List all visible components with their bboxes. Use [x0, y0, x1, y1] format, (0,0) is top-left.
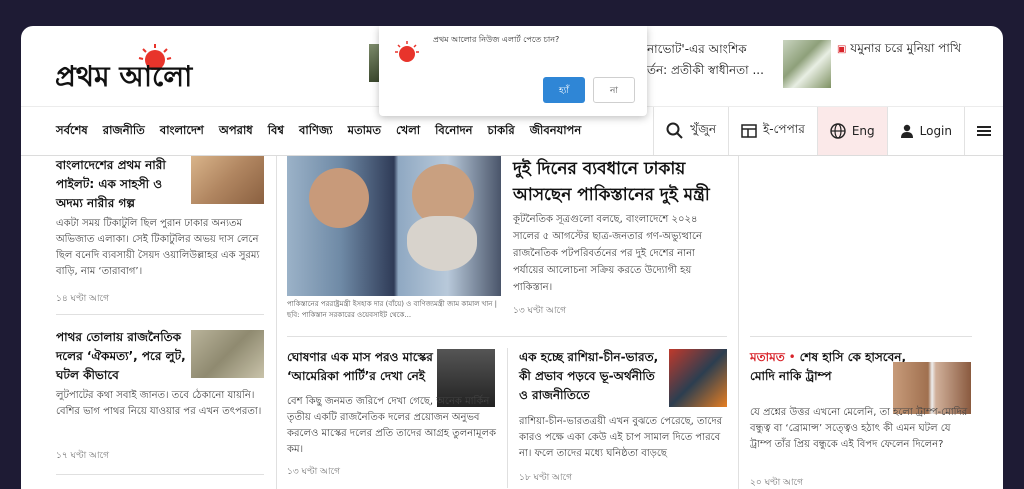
- column-divider: [738, 156, 739, 489]
- nav-item-latest[interactable]: সর্বশেষ: [56, 122, 88, 141]
- image-caption: পাকিস্তানের পররাষ্ট্রমন্ত্রী ইসহাক দার (…: [287, 300, 498, 319]
- story-card[interactable]: পাথর তোলায় রাজনৈতিক দলের ‘ঐকমত্য’, পরে …: [56, 328, 188, 385]
- trending-thumbnail-2[interactable]: [783, 40, 831, 88]
- trending-text-line1: নাভোট'-এর আংশিক: [647, 42, 747, 56]
- story-excerpt: রাশিয়া-চীন-ভারতত্রয়ী এখন বুঝতে পেরেছে,…: [519, 416, 723, 459]
- nav-item-business[interactable]: বাণিজ্য: [299, 122, 333, 141]
- story-title[interactable]: ঘোষণার এক মাস পরও মাস্কের ‘আমেরিকা পার্ট…: [287, 348, 437, 386]
- nav-item-opinion[interactable]: মতামত: [348, 122, 381, 141]
- story-time: ১৪ ঘণ্টা আগে: [56, 294, 110, 304]
- divider: [287, 336, 727, 337]
- story-thumbnail[interactable]: [669, 349, 727, 407]
- popup-message: প্রথম আলোর নিউজ এলার্ট পেতে চান?: [433, 35, 560, 44]
- story-title[interactable]: এক হচ্ছে রাশিয়া-চীন-ভারত, কী প্রভাব পড়…: [519, 348, 667, 405]
- tag-dot: •: [788, 350, 800, 364]
- divider: [56, 314, 264, 315]
- nav-tools: খুঁজুন ই-পেপার Eng Login: [653, 107, 1003, 155]
- globe-icon: [830, 123, 846, 139]
- top-bar: প্রথম আলো নাভোট'-এর আংশিক র্তন: প্রতীকী …: [21, 26, 1003, 116]
- allow-button[interactable]: হ্যাঁ: [543, 77, 585, 103]
- lead-excerpt: কূটনৈতিক সূত্রগুলো বলছে, বাংলাদেশে ২০২৪ …: [513, 214, 702, 293]
- content-area: বাংলাদেশের প্রথম নারী পাইলট: এক সাহসী ও …: [21, 156, 1003, 489]
- story-thumbnail[interactable]: [191, 156, 264, 204]
- trending-text: যমুনার চরে মুনিয়া পাখি: [850, 41, 962, 55]
- lead-image[interactable]: [287, 156, 501, 296]
- trending-item-2[interactable]: ▣ যমুনার চরে মুনিয়া পাখি: [837, 40, 997, 60]
- hamburger-menu-icon: [977, 126, 991, 136]
- story-thumbnail[interactable]: [191, 330, 264, 378]
- story-card[interactable]: মতামত • শেষ হাসি কে হাসবেন, মোদি নাকি ট্…: [750, 348, 910, 386]
- nav-item-politics[interactable]: রাজনীতি: [103, 122, 145, 141]
- story-excerpt: বেশ কিছু জনমত জরিপে দেখা গেছে, অনেক মার্…: [287, 396, 497, 455]
- story-time: ১৩ ঘণ্টা আগে: [287, 467, 341, 477]
- column-divider: [507, 348, 508, 488]
- opinion-tag[interactable]: মতামত: [750, 350, 785, 364]
- browser-page: প্রথম আলো নাভোট'-এর আংশিক র্তন: প্রতীকী …: [21, 26, 1003, 489]
- nav-item-sports[interactable]: খেলা: [396, 122, 420, 141]
- divider: [56, 474, 264, 475]
- trending-text-line2: র্তন: প্রতীকী স্বাধীনতা ...: [647, 63, 764, 77]
- column-divider: [276, 156, 277, 489]
- login-label: Login: [919, 124, 952, 138]
- lead-time: ১৩ ঘণ্টা আগে: [513, 306, 567, 316]
- divider: [750, 336, 972, 337]
- epaper-label: ই-পেপার: [762, 122, 805, 136]
- lead-title[interactable]: দুই দিনের ব্যবধানে ঢাকায় আসছেন পাকিস্তা…: [513, 156, 728, 208]
- nav-item-world[interactable]: বিশ্ব: [268, 122, 284, 141]
- epaper-button[interactable]: ই-পেপার: [727, 107, 817, 155]
- story-title[interactable]: বাংলাদেশের প্রথম নারী পাইলট: এক সাহসী ও …: [56, 156, 188, 213]
- nav-item-crime[interactable]: অপরাধ: [219, 122, 253, 141]
- trending-item-1[interactable]: নাভোট'-এর আংশিক র্তন: প্রতীকী স্বাধীনতা …: [647, 39, 767, 81]
- beard-shape: [407, 216, 477, 271]
- story-time: ১৮ ঘণ্টা আগে: [519, 473, 573, 483]
- story-excerpt: যে প্রশ্নের উত্তর এখনো মেলেনি, তা হলো ট্…: [750, 407, 968, 450]
- story-card[interactable]: বাংলাদেশের প্রথম নারী পাইলট: এক সাহসী ও …: [56, 156, 188, 213]
- newspaper-icon: [741, 124, 757, 138]
- nav-item-entertainment[interactable]: বিনোদন: [435, 122, 472, 141]
- user-icon: [900, 124, 913, 138]
- nav-item-bangladesh[interactable]: বাংলাদেশ: [160, 122, 204, 141]
- news-alert-popup: প্রথম আলোর নিউজ এলার্ট পেতে চান? হ্যাঁ ন…: [379, 26, 647, 116]
- camera-icon: ▣: [837, 44, 847, 55]
- logo-text: প্রথম আলো: [55, 60, 193, 93]
- login-button[interactable]: Login: [886, 107, 964, 155]
- search-icon: [666, 122, 683, 139]
- story-excerpt: লুটপাটের কথা সবাই জানত। তবে ঠেকানো যায়ন…: [56, 390, 262, 417]
- site-logo[interactable]: প্রথম আলো: [55, 36, 255, 96]
- language-button[interactable]: Eng: [816, 107, 887, 155]
- nav-item-jobs[interactable]: চাকরি: [488, 122, 515, 141]
- nav-item-lifestyle[interactable]: জীবনযাপন: [530, 122, 581, 141]
- language-label: Eng: [851, 124, 875, 138]
- story-title[interactable]: পাথর তোলায় রাজনৈতিক দলের ‘ঐকমত্য’, পরে …: [56, 328, 188, 385]
- person-photo-left: [309, 168, 369, 228]
- story-excerpt: একটা সময় টিকাটুলি ছিল পুরান ঢাকার অন্যত…: [56, 218, 260, 277]
- deny-button[interactable]: না: [593, 77, 635, 103]
- search-button[interactable]: খুঁজুন: [653, 107, 728, 155]
- story-time: ১৭ ঘণ্টা আগে: [56, 451, 110, 461]
- search-label: খুঁজুন: [690, 122, 716, 136]
- sun-logo-icon: [395, 41, 419, 62]
- story-time: ২০ ঘণ্টা আগে: [750, 478, 804, 488]
- menu-button[interactable]: [964, 107, 1003, 155]
